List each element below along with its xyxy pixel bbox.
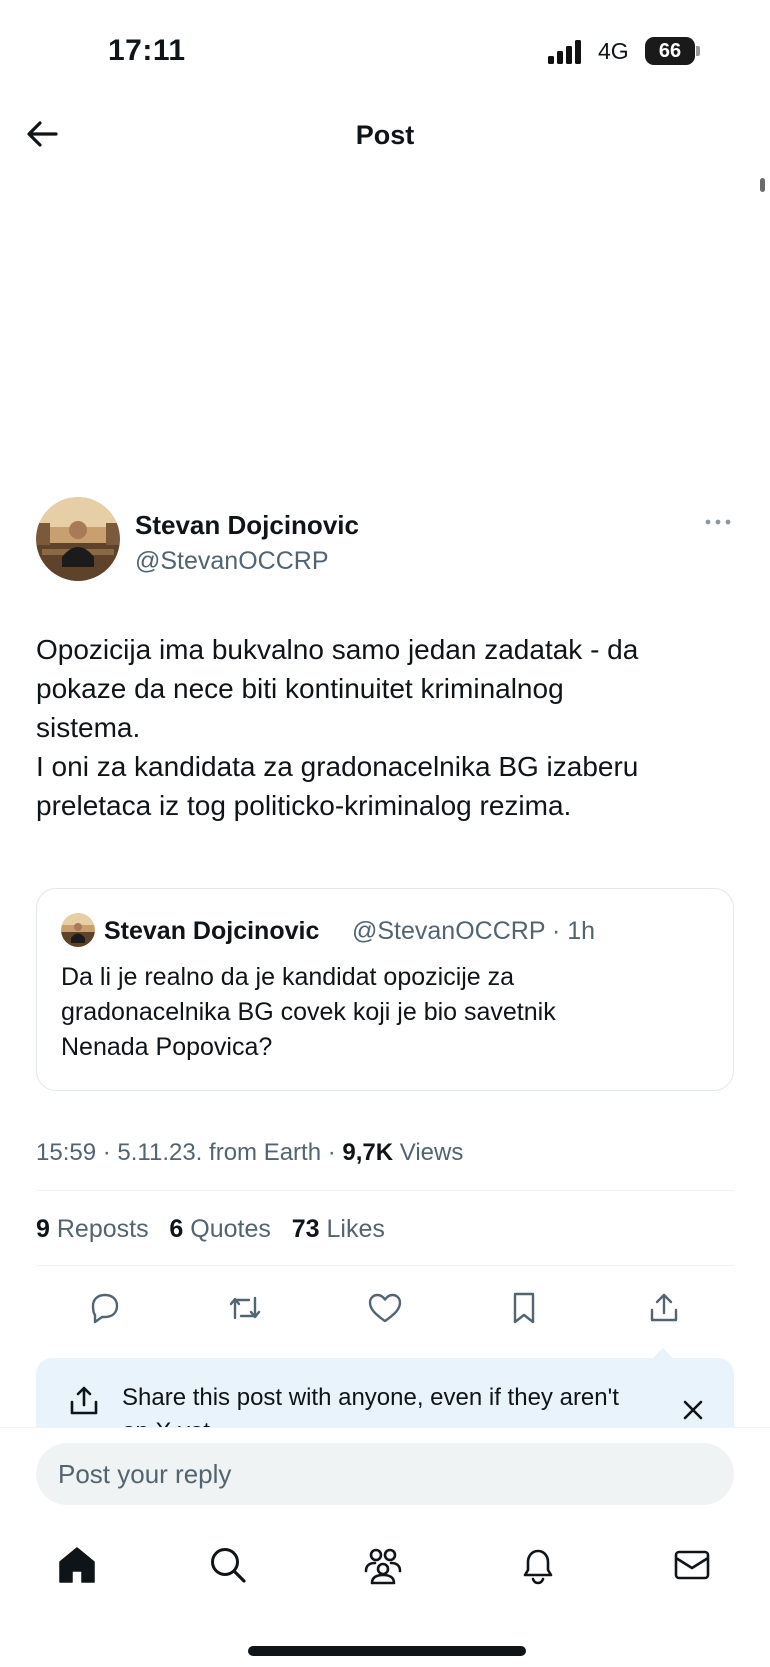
reposts-label: Reposts: [56, 1215, 149, 1243]
views-label: Views: [399, 1139, 464, 1166]
signal-icon: [548, 40, 581, 64]
post-source: from Earth: [209, 1139, 322, 1166]
communities-icon[interactable]: [361, 1543, 405, 1587]
post-text-line: preletaca iz tog politicko-kriminalog re…: [36, 790, 572, 821]
messages-icon[interactable]: [670, 1543, 714, 1587]
views-count: 9,7K: [342, 1139, 394, 1166]
divider: [36, 1265, 734, 1266]
quote-author-meta: @StevanOCCRP · 1h: [352, 917, 596, 945]
quotes-label: Quotes: [190, 1215, 271, 1243]
likes-count: 73: [291, 1215, 320, 1243]
scrollbar-thumb[interactable]: [760, 178, 765, 192]
battery-tip: [696, 46, 700, 56]
reposts-count: 9: [36, 1215, 50, 1243]
post-text-line: sistema.: [36, 712, 141, 743]
likes-stat[interactable]: 73 Likes: [292, 1215, 385, 1243]
quotes-count: 6: [169, 1215, 184, 1243]
post-text-line: I oni za kandidata za gradonacelnika BG …: [36, 751, 639, 782]
avatar[interactable]: [36, 497, 120, 581]
quote-text: Da li je realno da je kandidat opozicije…: [61, 960, 721, 1065]
share-banner-icon: [70, 1386, 98, 1415]
more-options-icon[interactable]: [703, 512, 733, 532]
quote-text-line: Nenada Popovica?: [61, 1033, 273, 1061]
network-type: 4G: [598, 38, 629, 64]
post-time: 15:59: [36, 1139, 97, 1166]
author-name[interactable]: Stevan Dojcinovic: [135, 510, 359, 541]
quote-text-line: Da li je realno da je kandidat opozicije…: [61, 963, 515, 991]
post-date: 5.11.23.: [117, 1139, 203, 1166]
bookmark-icon[interactable]: [504, 1288, 544, 1328]
post-meta: 15:59 · 5.11.23. from Earth · 9,7K Views: [36, 1139, 464, 1166]
author-handle[interactable]: @StevanOCCRP: [135, 547, 329, 576]
repost-icon[interactable]: [225, 1288, 265, 1328]
home-indicator[interactable]: [248, 1646, 526, 1656]
quote-author-name: Stevan Dojcinovic: [104, 917, 320, 945]
notifications-icon[interactable]: [516, 1543, 560, 1587]
likes-label: Likes: [326, 1215, 385, 1243]
close-icon[interactable]: [680, 1397, 706, 1423]
post-text-line: pokaze da nece biti kontinuitet kriminal…: [36, 673, 564, 704]
reply-icon[interactable]: [85, 1288, 125, 1328]
reply-input[interactable]: [36, 1443, 734, 1505]
back-arrow-icon[interactable]: [22, 114, 62, 154]
status-time: 17:11: [108, 34, 186, 67]
like-icon[interactable]: [365, 1288, 405, 1328]
search-icon[interactable]: [206, 1543, 250, 1587]
home-icon[interactable]: [55, 1543, 99, 1587]
share-icon[interactable]: [644, 1288, 684, 1328]
battery-indicator: 66: [645, 37, 701, 65]
quote-text-line: gradonacelnika BG covek koji je bio save…: [61, 998, 556, 1026]
post-text-line: Opozicija ima bukvalno samo jedan zadata…: [36, 634, 639, 665]
battery-level: 66: [658, 40, 682, 62]
divider: [36, 1190, 734, 1191]
page-title: Post: [355, 120, 415, 150]
reposts-stat[interactable]: 9 Reposts: [36, 1215, 149, 1243]
quote-avatar: [61, 913, 95, 947]
quotes-stat[interactable]: 6 Quotes: [169, 1215, 270, 1243]
post-text: Opozicija ima bukvalno samo jedan zadata…: [36, 630, 741, 825]
post-stats: 9 Reposts 6 Quotes 73 Likes: [36, 1215, 385, 1244]
